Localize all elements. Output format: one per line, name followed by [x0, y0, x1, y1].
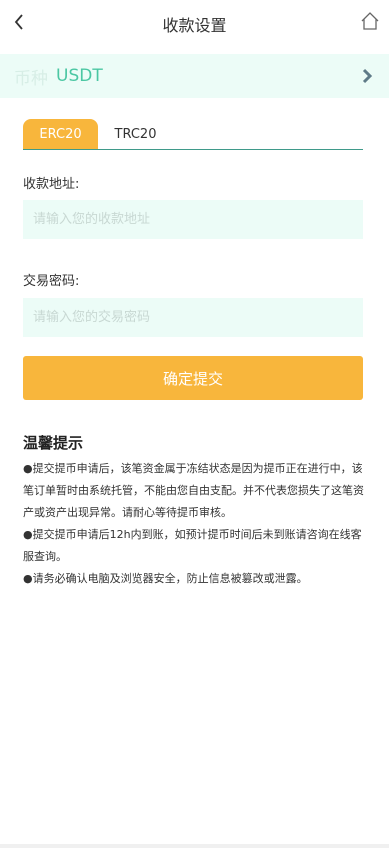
home-icon	[361, 12, 379, 30]
header-bar: 收款设置	[0, 0, 389, 46]
divider	[0, 844, 389, 848]
home-button[interactable]	[359, 10, 381, 32]
tip-item: ●请务必确认电脑及浏览器安全，防止信息被篡改或泄露。	[23, 572, 308, 585]
chevron-right-icon	[362, 68, 373, 84]
password-input[interactable]	[23, 298, 363, 337]
submit-button[interactable]: 确定提交	[23, 356, 363, 400]
tab-trc20[interactable]: TRC20	[98, 119, 173, 149]
tip-item: ●提交提币申请后12h内到账，如预计提币时间后未到账请咨询在线客服查询。	[23, 528, 362, 563]
address-input[interactable]	[23, 200, 363, 239]
tips-title: 温馨提示	[23, 434, 84, 452]
page-title: 收款设置	[162, 16, 227, 35]
network-tabs: ERC20 TRC20	[23, 119, 363, 150]
coin-label: 币种	[14, 68, 48, 89]
tips-body: ●提交提币申请后，该笔资金属于冻结状态是因为提币正在进行中，该笔订单暂时由系统托…	[23, 458, 365, 590]
coin-value: USDT	[56, 66, 103, 86]
tip-item: ●提交提币申请后，该笔资金属于冻结状态是因为提币正在进行中，该笔订单暂时由系统托…	[23, 462, 364, 519]
coin-selector[interactable]: 币种 USDT	[0, 54, 389, 98]
tab-erc20[interactable]: ERC20	[23, 119, 98, 149]
password-label: 交易密码:	[23, 274, 80, 289]
address-label: 收款地址:	[23, 177, 80, 192]
